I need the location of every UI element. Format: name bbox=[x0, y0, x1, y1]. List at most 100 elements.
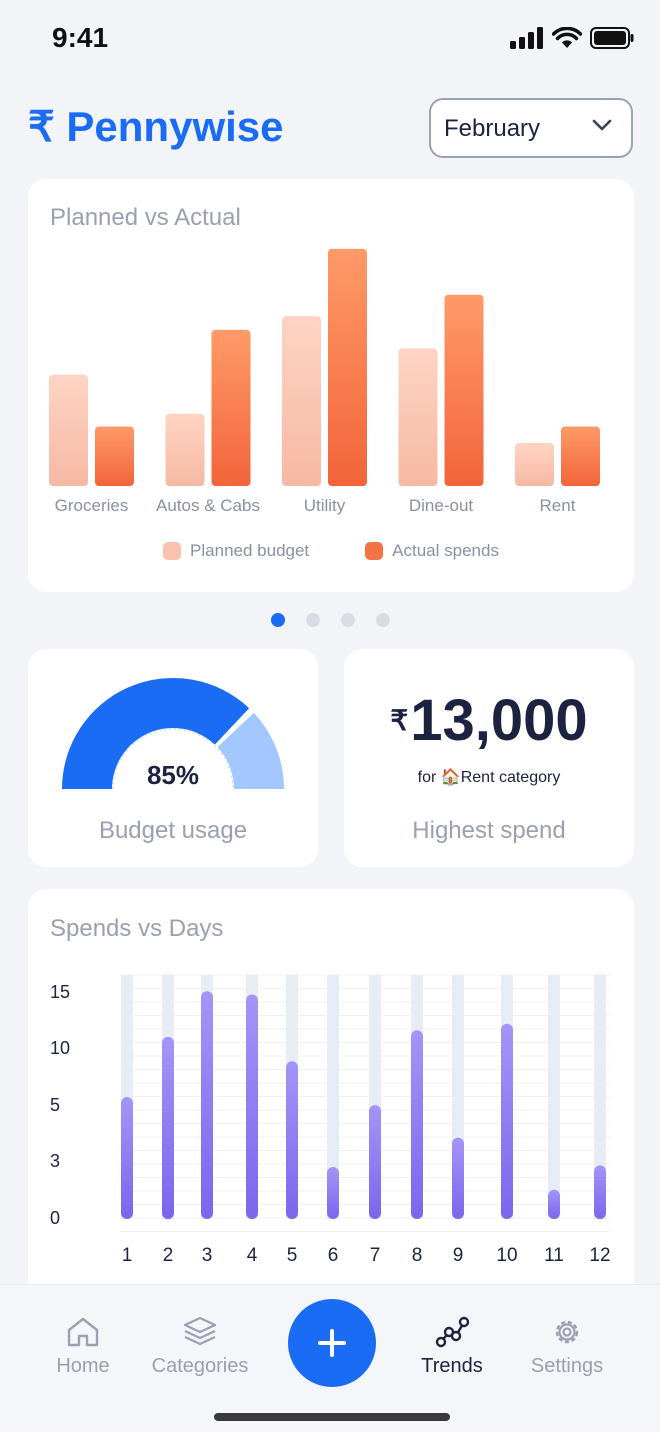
day-bar[interactable] bbox=[201, 991, 213, 1219]
category-label: Rent bbox=[540, 496, 576, 515]
day-bar[interactable] bbox=[162, 1036, 174, 1219]
wifi-icon bbox=[552, 27, 582, 48]
category-label: Dine-out bbox=[409, 496, 474, 515]
month-dropdown-value: February bbox=[444, 115, 541, 142]
x-tick-label: 10 bbox=[496, 1245, 517, 1266]
x-tick-label: 7 bbox=[370, 1245, 381, 1266]
rupee-logo-symbol: ₹ bbox=[28, 103, 55, 150]
plus-icon-stem bbox=[330, 1329, 334, 1357]
app-name: Pennywise bbox=[66, 103, 284, 150]
legend-planned-swatch bbox=[163, 542, 182, 560]
home-indicator bbox=[214, 1413, 450, 1421]
status-time: 9:41 bbox=[52, 22, 109, 53]
tab-settings-label: Settings bbox=[530, 1355, 604, 1377]
x-tick-label: 12 bbox=[589, 1245, 610, 1266]
y-tick-label: 0 bbox=[50, 1208, 60, 1228]
layers-icon bbox=[183, 1316, 217, 1346]
x-tick-label: 5 bbox=[287, 1245, 298, 1266]
x-tick-label: 9 bbox=[453, 1245, 464, 1266]
y-tick-label: 10 bbox=[50, 1038, 70, 1058]
x-tick-label: 4 bbox=[247, 1245, 258, 1266]
day-bar[interactable] bbox=[327, 1166, 339, 1219]
y-tick-label: 15 bbox=[50, 982, 70, 1002]
spends-vs-days-card[interactable]: Spends vs Days 0 3 5 10 15 1 2 3 4 5 6 7 8 9 10 11 12 bbox=[28, 889, 634, 1309]
carousel-dot[interactable] bbox=[305, 613, 320, 627]
y-tick-label: 5 bbox=[50, 1095, 60, 1115]
actual-bar[interactable] bbox=[444, 294, 484, 486]
home-icon bbox=[67, 1317, 99, 1347]
carousel-dot[interactable] bbox=[340, 613, 355, 627]
y-tick-label: 3 bbox=[50, 1151, 60, 1171]
day-bar[interactable] bbox=[286, 1061, 298, 1219]
house-icon: 🏠 bbox=[440, 769, 461, 786]
planned-bar[interactable] bbox=[165, 413, 205, 486]
category-prefix: for bbox=[417, 769, 437, 786]
month-dropdown[interactable]: February bbox=[429, 98, 633, 158]
day-bar[interactable] bbox=[369, 1105, 381, 1219]
tab-categories-label: Categories bbox=[151, 1355, 249, 1377]
day-bar[interactable] bbox=[411, 1030, 423, 1219]
legend-planned-label: Planned budget bbox=[190, 541, 310, 560]
app-header: ₹ Pennywise February bbox=[0, 96, 660, 160]
budget-usage-card[interactable]: 85% Budget usage bbox=[28, 649, 318, 867]
planned-bar[interactable] bbox=[398, 348, 438, 486]
tab-settings[interactable]: Settings bbox=[522, 1315, 612, 1378]
legend-planned: Planned budget bbox=[163, 541, 309, 561]
legend-actual-swatch bbox=[365, 542, 384, 560]
category-label: Autos & Cabs bbox=[156, 496, 260, 515]
highest-spend-caption: Highest spend bbox=[412, 817, 566, 844]
tab-trends[interactable]: Trends bbox=[412, 1315, 492, 1378]
bottom-tab-bar: Home Categories Trends Settings bbox=[0, 1284, 660, 1432]
planned-bar[interactable] bbox=[515, 443, 554, 486]
day-bar-track bbox=[548, 975, 560, 1219]
x-tick-label: 2 bbox=[163, 1245, 174, 1266]
day-bar[interactable] bbox=[121, 1097, 133, 1219]
chevron-down-icon bbox=[592, 119, 612, 131]
status-icons bbox=[510, 27, 634, 49]
chart-legend: Planned budget Actual spends bbox=[28, 541, 634, 561]
x-tick-label: 8 bbox=[412, 1245, 423, 1266]
currency-symbol: ₹ bbox=[390, 705, 409, 736]
day-bar[interactable] bbox=[501, 1023, 513, 1219]
actual-bar[interactable] bbox=[561, 426, 600, 486]
day-bar[interactable] bbox=[246, 994, 258, 1219]
day-bar[interactable] bbox=[594, 1165, 606, 1219]
planned-vs-actual-chart: Groceries Autos & Cabs Utility Dine-out Rent bbox=[49, 248, 600, 515]
x-tick-label: 6 bbox=[328, 1245, 339, 1266]
gear-icon bbox=[555, 1320, 579, 1344]
spends-vs-days-chart: 03510151 2 3 4 5 6 7 8 9 10 11 12 bbox=[50, 974, 611, 1266]
carousel-indicator bbox=[0, 613, 660, 627]
budget-usage-value: 85% bbox=[146, 760, 200, 790]
highest-spend-category: for 🏠Rent category bbox=[344, 767, 634, 787]
tab-categories[interactable]: Categories bbox=[140, 1315, 260, 1378]
category-label: Groceries bbox=[55, 496, 129, 515]
x-tick-label: 1 bbox=[122, 1245, 133, 1266]
planned-bar[interactable] bbox=[49, 374, 88, 486]
battery-icon bbox=[590, 27, 634, 49]
legend-actual: Actual spends bbox=[365, 541, 499, 561]
day-bar[interactable] bbox=[452, 1137, 464, 1219]
status-bar: 9:41 bbox=[0, 0, 660, 80]
actual-bar[interactable] bbox=[211, 329, 251, 486]
tab-trends-label: Trends bbox=[421, 1355, 483, 1377]
category-label: Utility bbox=[304, 496, 346, 515]
x-tick-label: 3 bbox=[202, 1245, 213, 1266]
category-name: Rent category bbox=[460, 769, 561, 786]
carousel-dot[interactable] bbox=[375, 613, 390, 627]
x-tick-label: 11 bbox=[544, 1245, 564, 1266]
legend-actual-label: Actual spends bbox=[392, 541, 499, 560]
add-expense-button[interactable] bbox=[288, 1299, 376, 1387]
highest-spend-amount: ₹13,000 bbox=[344, 687, 634, 754]
planned-bar[interactable] bbox=[282, 316, 321, 486]
signal-icon bbox=[510, 27, 543, 49]
carousel-dot[interactable] bbox=[270, 613, 285, 627]
actual-bar[interactable] bbox=[95, 426, 134, 486]
tab-home[interactable]: Home bbox=[40, 1315, 126, 1378]
trends-icon bbox=[435, 1316, 470, 1348]
app-logo: ₹ Pennywise bbox=[28, 102, 284, 151]
planned-vs-actual-card[interactable]: Planned vs Actual Groceries Autos & Cabs U… bbox=[28, 179, 634, 592]
highest-spend-card[interactable]: ₹13,000 for 🏠Rent category Highest spend bbox=[344, 649, 634, 867]
day-bar[interactable] bbox=[548, 1189, 560, 1219]
actual-bar[interactable] bbox=[328, 248, 367, 486]
amount-value: 13,000 bbox=[410, 688, 588, 753]
